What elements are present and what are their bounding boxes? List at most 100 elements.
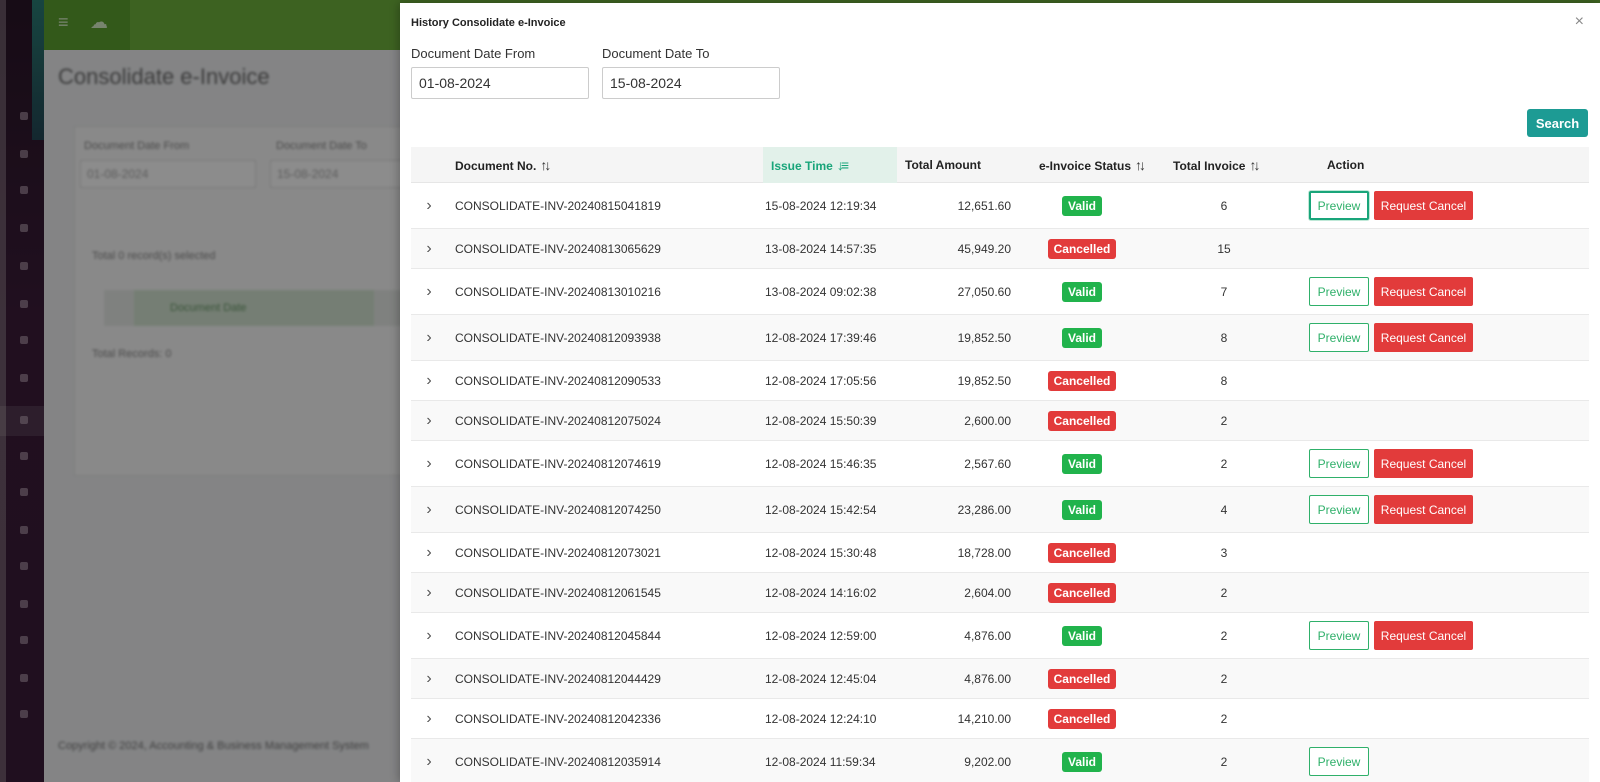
status-badge: Cancelled — [1047, 410, 1117, 431]
chevron-right-icon[interactable]: › — [419, 533, 439, 572]
preview-button[interactable]: Preview — [1309, 277, 1369, 306]
chevron-right-icon[interactable]: › — [419, 183, 439, 228]
table-row: › CONSOLIDATE-INV-20240812074619 12-08-202… — [411, 441, 1589, 487]
issue-time-cell: 12-08-2024 11:59:34 — [765, 754, 876, 769]
request-cancel-button[interactable]: Request Cancel — [1374, 449, 1473, 478]
table-row: › CONSOLIDATE-INV-20240812074250 12-08-202… — [411, 487, 1589, 533]
search-button[interactable]: Search — [1527, 109, 1588, 137]
table-row: › CONSOLIDATE-INV-20240812093938 12-08-202… — [411, 315, 1589, 361]
document-no-cell: CONSOLIDATE-INV-20240812090533 — [455, 373, 661, 388]
column-einvoice-status[interactable]: e-Invoice Status ↑↓ — [1039, 147, 1146, 183]
request-cancel-button[interactable]: Request Cancel — [1374, 495, 1473, 524]
preview-button[interactable]: Preview — [1309, 449, 1369, 478]
document-no-cell: CONSOLIDATE-INV-20240813010216 — [455, 284, 661, 299]
date-from-input[interactable] — [411, 67, 589, 99]
total-amount-cell: 45,949.20 — [957, 241, 1011, 256]
action-cell: Preview Request Cancel — [1309, 613, 1473, 658]
close-icon[interactable]: × — [1575, 14, 1584, 30]
column-label: e-Invoice Status — [1039, 159, 1132, 173]
document-no-cell: CONSOLIDATE-INV-20240812074619 — [455, 456, 661, 471]
date-to-input[interactable] — [602, 67, 780, 99]
issue-time-cell: 12-08-2024 17:05:56 — [765, 373, 877, 388]
document-no-cell: CONSOLIDATE-INV-20240812074250 — [455, 502, 661, 517]
table-body: › CONSOLIDATE-INV-20240815041819 15-08-202… — [411, 183, 1589, 782]
total-amount-cell: 4,876.00 — [964, 628, 1011, 643]
action-cell: Preview Request Cancel — [1309, 269, 1473, 314]
preview-button[interactable]: Preview — [1309, 191, 1369, 220]
total-invoice-cell: 2 — [1220, 413, 1228, 428]
preview-button[interactable]: Preview — [1309, 323, 1369, 352]
chevron-right-icon[interactable]: › — [419, 487, 439, 532]
status-badge: Cancelled — [1047, 370, 1117, 391]
table-row: › CONSOLIDATE-INV-20240812035914 12-08-202… — [411, 739, 1589, 782]
preview-button[interactable]: Preview — [1309, 621, 1369, 650]
preview-button[interactable]: Preview — [1309, 495, 1369, 524]
status-cell: Valid — [1021, 487, 1143, 532]
status-badge: Cancelled — [1047, 582, 1117, 603]
document-no-cell: CONSOLIDATE-INV-20240812035914 — [455, 754, 661, 769]
history-table: Document No. ↑↓ Issue Time ↓≡ Total Amount… — [411, 147, 1589, 782]
chevron-right-icon[interactable]: › — [419, 613, 439, 658]
document-no-cell: CONSOLIDATE-INV-20240815041819 — [455, 198, 661, 213]
issue-time-cell: 12-08-2024 12:24:10 — [765, 711, 877, 726]
column-total-invoice[interactable]: Total Invoice ↑↓ — [1173, 147, 1260, 183]
document-no-cell: CONSOLIDATE-INV-20240812093938 — [455, 330, 661, 345]
column-issue-time[interactable]: Issue Time ↓≡ — [763, 147, 897, 183]
document-no-cell: CONSOLIDATE-INV-20240812075024 — [455, 413, 661, 428]
status-badge: Cancelled — [1047, 708, 1117, 729]
total-amount-cell: 19,852.50 — [957, 330, 1011, 345]
document-no-cell: CONSOLIDATE-INV-20240813065629 — [455, 241, 661, 256]
request-cancel-button[interactable]: Request Cancel — [1374, 191, 1473, 220]
request-cancel-button[interactable]: Request Cancel — [1374, 323, 1473, 352]
total-amount-cell: 9,202.00 — [964, 754, 1011, 769]
total-amount-cell: 2,604.00 — [964, 585, 1011, 600]
chevron-right-icon[interactable]: › — [419, 361, 439, 400]
chevron-right-icon[interactable]: › — [419, 229, 439, 268]
chevron-right-icon[interactable]: › — [419, 269, 439, 314]
table-row: › CONSOLIDATE-INV-20240812044429 12-08-202… — [411, 659, 1589, 699]
column-total-amount: Total Amount — [905, 147, 981, 183]
status-cell: Cancelled — [1021, 229, 1143, 268]
sort-icon: ↑↓ — [1135, 157, 1146, 173]
total-invoice-cell: 3 — [1220, 545, 1228, 560]
action-cell: Preview Request Cancel — [1309, 441, 1473, 486]
status-badge: Cancelled — [1047, 238, 1117, 259]
issue-time-cell: 13-08-2024 09:02:38 — [765, 284, 877, 299]
sort-icon: ↑↓ — [540, 157, 551, 173]
total-amount-cell: 19,852.50 — [957, 373, 1011, 388]
sort-desc-icon: ↓≡ — [836, 157, 849, 173]
table-row: › CONSOLIDATE-INV-20240812045844 12-08-202… — [411, 613, 1589, 659]
status-cell: Valid — [1021, 613, 1143, 658]
table-row: › CONSOLIDATE-INV-20240815041819 15-08-202… — [411, 183, 1589, 229]
issue-time-cell: 12-08-2024 15:46:35 — [765, 456, 877, 471]
status-cell: Cancelled — [1021, 659, 1143, 698]
chevron-right-icon[interactable]: › — [419, 441, 439, 486]
status-badge: Valid — [1061, 281, 1102, 302]
total-invoice-cell: 7 — [1220, 284, 1228, 299]
table-row: › CONSOLIDATE-INV-20240812073021 12-08-202… — [411, 533, 1589, 573]
document-no-cell: CONSOLIDATE-INV-20240812042336 — [455, 711, 661, 726]
column-document-no[interactable]: Document No. ↑↓ — [455, 147, 551, 183]
date-to-label: Document Date To — [602, 46, 710, 61]
column-label: Document No. — [455, 159, 537, 173]
column-label: Total Invoice — [1173, 159, 1246, 173]
total-amount-cell: 12,651.60 — [957, 198, 1011, 213]
status-cell: Cancelled — [1021, 573, 1143, 612]
issue-time-cell: 12-08-2024 15:50:39 — [765, 413, 877, 428]
column-label: Total Amount — [905, 158, 981, 172]
chevron-right-icon[interactable]: › — [419, 739, 439, 782]
request-cancel-button[interactable]: Request Cancel — [1374, 621, 1473, 650]
status-cell: Cancelled — [1021, 361, 1143, 400]
chevron-right-icon[interactable]: › — [419, 573, 439, 612]
request-cancel-button[interactable]: Request Cancel — [1374, 277, 1473, 306]
chevron-right-icon[interactable]: › — [419, 315, 439, 360]
status-cell: Cancelled — [1021, 533, 1143, 572]
chevron-right-icon[interactable]: › — [419, 659, 439, 698]
document-no-cell: CONSOLIDATE-INV-20240812073021 — [455, 545, 661, 560]
chevron-right-icon[interactable]: › — [419, 401, 439, 440]
total-amount-cell: 2,600.00 — [964, 413, 1011, 428]
status-badge: Valid — [1061, 453, 1102, 474]
preview-button[interactable]: Preview — [1309, 747, 1369, 776]
total-invoice-cell: 2 — [1220, 628, 1228, 643]
chevron-right-icon[interactable]: › — [419, 699, 439, 738]
